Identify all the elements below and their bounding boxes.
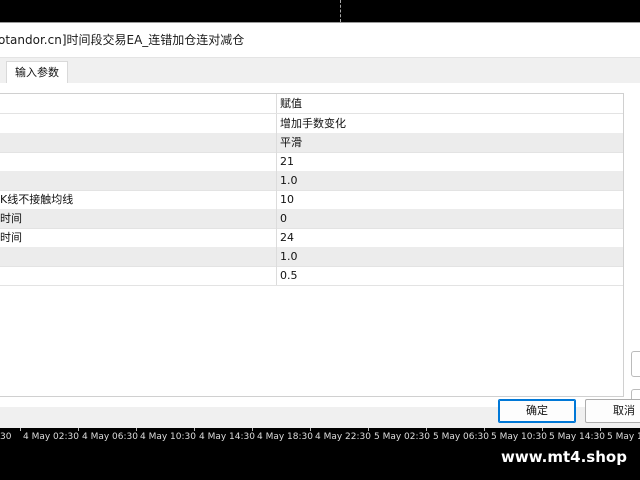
tick-mark bbox=[484, 428, 485, 431]
params-grid: 赋值 增加手数变化 平滑 21 1.0 K线不接触均线 10 时间 0 时间 2… bbox=[0, 93, 624, 397]
tab-inputs[interactable]: 输入参数 bbox=[6, 61, 68, 84]
tick-mark bbox=[78, 428, 79, 431]
tab-strip: 输入参数 bbox=[0, 59, 640, 84]
param-name: 时间 bbox=[0, 209, 277, 228]
tick-mark bbox=[310, 428, 311, 431]
table-row[interactable]: 时间 24 bbox=[0, 228, 623, 248]
tick-mark bbox=[136, 428, 137, 431]
time-tick-label: 5 May 02:30 bbox=[374, 432, 430, 442]
param-name bbox=[0, 266, 277, 285]
tick-mark bbox=[600, 428, 601, 431]
table-row[interactable]: 21 bbox=[0, 152, 623, 172]
grid-header-row: 赋值 bbox=[0, 94, 623, 114]
table-row[interactable]: 1.0 bbox=[0, 247, 623, 267]
time-tick-label: 5 May 06:30 bbox=[433, 432, 489, 442]
tick-mark bbox=[368, 428, 369, 431]
ok-button[interactable]: 确定 bbox=[498, 399, 576, 423]
dialog-titlebar: otandor.cn]时间段交易EA_连错加仓连对减仓 bbox=[0, 23, 640, 58]
time-tick-label: 4 May 06:30 bbox=[82, 432, 138, 442]
time-tick-label: 30 bbox=[0, 432, 12, 442]
chart-crosshair-line bbox=[340, 0, 341, 22]
tick-mark bbox=[542, 428, 543, 431]
table-row[interactable]: 平滑 bbox=[0, 133, 623, 153]
header-variable bbox=[0, 94, 277, 113]
time-tick-label: 4 May 14:30 bbox=[199, 432, 255, 442]
param-name: K线不接触均线 bbox=[0, 190, 277, 209]
time-tick-label: 4 May 02:30 bbox=[23, 432, 79, 442]
param-value[interactable]: 0 bbox=[280, 209, 610, 228]
table-row[interactable]: K线不接触均线 10 bbox=[0, 190, 623, 210]
param-name bbox=[0, 114, 277, 133]
param-value[interactable]: 24 bbox=[280, 228, 610, 247]
load-button[interactable] bbox=[631, 351, 640, 377]
tick-mark bbox=[194, 428, 195, 431]
table-row[interactable]: 增加手数变化 bbox=[0, 114, 623, 134]
table-row[interactable]: 1.0 bbox=[0, 171, 623, 191]
ea-properties-dialog: otandor.cn]时间段交易EA_连错加仓连对减仓 输入参数 赋值 增加手数… bbox=[0, 22, 640, 429]
param-name bbox=[0, 171, 277, 190]
table-row[interactable]: 时间 0 bbox=[0, 209, 623, 229]
time-tick-label: 5 May 10:30 bbox=[491, 432, 547, 442]
time-tick-label: 4 May 10:30 bbox=[140, 432, 196, 442]
param-name bbox=[0, 247, 277, 266]
tick-mark bbox=[426, 428, 427, 431]
param-value[interactable]: 1.0 bbox=[280, 247, 610, 266]
param-value[interactable]: 10 bbox=[280, 190, 610, 209]
time-tick-label: 5 May 18 bbox=[607, 432, 640, 442]
time-tick-label: 4 May 22:30 bbox=[315, 432, 371, 442]
chart-time-axis: 30 4 May 02:30 4 May 06:30 4 May 10:30 4… bbox=[0, 428, 640, 480]
param-value[interactable]: 平滑 bbox=[280, 133, 610, 152]
param-name: 时间 bbox=[0, 228, 277, 247]
chart-area-top bbox=[0, 0, 640, 22]
param-name bbox=[0, 133, 277, 152]
watermark-label: www.mt4.shop bbox=[496, 444, 632, 470]
param-value[interactable]: 0.5 bbox=[280, 266, 610, 285]
time-tick-label: 4 May 18:30 bbox=[257, 432, 313, 442]
tick-mark bbox=[20, 428, 21, 431]
dialog-title: otandor.cn]时间段交易EA_连错加仓连对减仓 bbox=[0, 33, 245, 47]
param-value[interactable]: 21 bbox=[280, 152, 610, 171]
param-value[interactable]: 增加手数变化 bbox=[280, 114, 610, 133]
time-tick-label: 5 May 14:30 bbox=[549, 432, 605, 442]
tick-mark bbox=[252, 428, 253, 431]
table-row[interactable]: 0.5 bbox=[0, 266, 623, 286]
param-name bbox=[0, 152, 277, 171]
inputs-panel: 赋值 增加手数变化 平滑 21 1.0 K线不接触均线 10 时间 0 时间 2… bbox=[0, 83, 640, 415]
param-value[interactable]: 1.0 bbox=[280, 171, 610, 190]
header-value: 赋值 bbox=[280, 97, 302, 110]
cancel-button[interactable]: 取消 bbox=[585, 399, 640, 423]
